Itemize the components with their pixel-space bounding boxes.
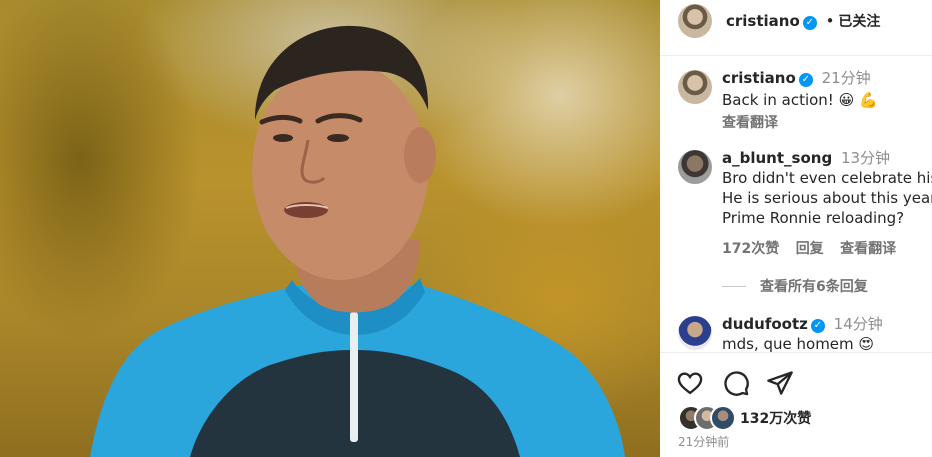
replies-divider xyxy=(722,286,746,287)
likes-count[interactable]: 132万次赞 xyxy=(740,408,811,428)
verified-badge-icon: ✓ xyxy=(810,319,825,333)
post-side-panel: cristiano ✓ • 已关注 cristiano ✓ 21分钟 Back in … xyxy=(660,0,932,457)
caption-item: cristiano ✓ 21分钟 Back in action! 😀 💪 查看翻译 xyxy=(660,68,932,138)
post-photo[interactable] xyxy=(0,0,660,457)
separator-dot: • xyxy=(825,12,835,30)
comments-list[interactable]: cristiano ✓ 21分钟 Back in action! 😀 💪 查看翻译… xyxy=(660,56,932,352)
comment-text-line: Bro didn't even celebrate his xyxy=(722,169,932,187)
author-username[interactable]: cristiano xyxy=(726,12,800,30)
comment-time: 14分钟 xyxy=(833,315,883,333)
view-replies-label: 查看所有6条回复 xyxy=(760,279,868,295)
comment-item: dudufootz ✓ 14分钟 mds, que homem 😍 xyxy=(660,314,932,352)
author-line: cristiano ✓ • 已关注 xyxy=(726,11,880,31)
comment-icon[interactable] xyxy=(722,369,750,397)
share-icon[interactable] xyxy=(766,369,794,397)
liker-avatar xyxy=(710,405,736,431)
comment-header: dudufootz ✓ 14分钟 xyxy=(722,314,883,334)
caption-translate-link[interactable]: 查看翻译 xyxy=(722,112,790,132)
view-replies-button[interactable]: 查看所有6条回复 xyxy=(722,276,868,296)
caption-username[interactable]: cristiano xyxy=(722,69,796,87)
comment-username[interactable]: dudufootz xyxy=(722,315,808,333)
comment-item: a_blunt_song 13分钟 Bro didn't even celebr… xyxy=(660,148,932,268)
verified-badge-icon: ✓ xyxy=(798,73,813,87)
caption-time: 21分钟 xyxy=(821,69,871,87)
translate-label: 查看翻译 xyxy=(722,115,778,131)
post-header: cristiano ✓ • 已关注 xyxy=(660,0,932,56)
comment-avatar[interactable] xyxy=(678,316,712,350)
heart-icon[interactable] xyxy=(676,369,704,397)
comment-text-line: He is serious about this year xyxy=(722,189,932,207)
post-timestamp: 21分钟前 xyxy=(678,435,730,449)
comment-likes-count[interactable]: 172次赞 xyxy=(722,241,779,257)
comment-header: a_blunt_song 13分钟 xyxy=(722,148,890,168)
caption-avatar[interactable] xyxy=(678,70,712,104)
comment-text: mds, que homem 😍 xyxy=(722,335,875,352)
reply-button[interactable]: 回复 xyxy=(796,241,824,257)
comment-username[interactable]: a_blunt_song xyxy=(722,149,832,167)
athlete-photo-illustration xyxy=(90,25,625,457)
caption-header: cristiano ✓ 21分钟 xyxy=(722,68,871,88)
post-actions: 132万次赞 21分钟前 xyxy=(660,352,932,457)
verified-badge-icon: ✓ xyxy=(802,16,817,30)
comment-meta: 172次赞 回复 查看翻译 xyxy=(722,238,908,258)
author-avatar[interactable] xyxy=(678,4,712,38)
likes-summary[interactable]: 132万次赞 xyxy=(678,405,928,431)
comment-avatar[interactable] xyxy=(678,150,712,184)
comment-text-line: Prime Ronnie reloading? xyxy=(722,209,905,227)
caption-text: Back in action! 😀 💪 xyxy=(722,91,878,109)
comment-time: 13分钟 xyxy=(840,149,891,167)
translate-link[interactable]: 查看翻译 xyxy=(840,241,896,257)
follow-button[interactable]: 已关注 xyxy=(838,14,880,30)
